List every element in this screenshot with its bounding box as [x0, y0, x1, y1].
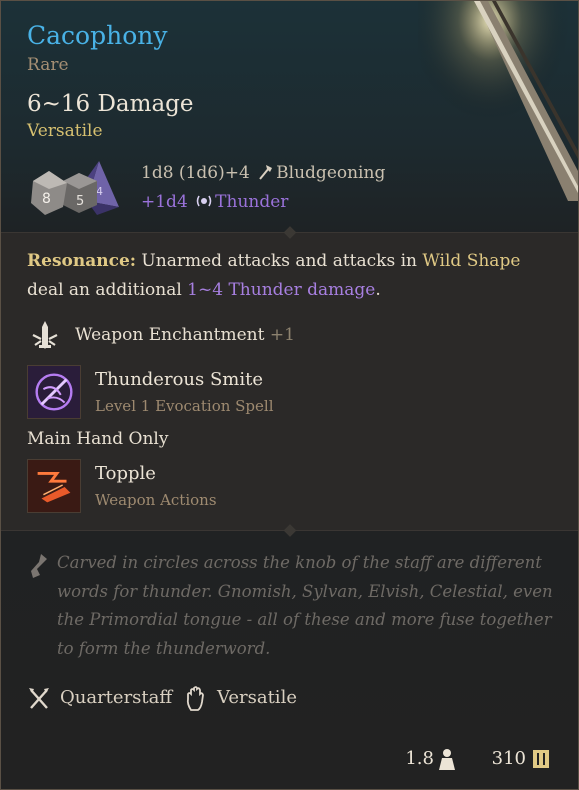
- svg-text:8: 8: [42, 191, 51, 207]
- bonus-type: Thunder: [215, 192, 289, 212]
- resonance-damage: 1~4 Thunder damage: [187, 280, 376, 300]
- divider-diamond-top: [283, 226, 296, 239]
- gold-coin-icon: [533, 750, 549, 768]
- bonus-roll: +1d4: [141, 192, 188, 212]
- spell-subtitle: Level 1 Evocation Spell: [95, 397, 274, 415]
- item-weight: 1.8: [405, 748, 434, 769]
- bonus-damage-line: +1d4 Thunder: [141, 190, 288, 214]
- weapon-properties: Quarterstaff Versatile: [27, 684, 567, 714]
- wild-shape-link[interactable]: Wild Shape: [422, 251, 520, 271]
- resonance-text: Resonance: Unarmed attacks and attacks i…: [27, 247, 557, 305]
- main-hand-only: Main Hand Only: [27, 429, 169, 449]
- spell-name: Thunderous Smite: [95, 369, 263, 390]
- effects-panel: Resonance: Unarmed attacks and attacks i…: [1, 226, 578, 537]
- damage-type: Bludgeoning: [276, 163, 386, 183]
- resonance-text-a: Unarmed attacks and attacks in: [136, 251, 423, 271]
- enchantment-label: Weapon Enchantment: [75, 325, 265, 345]
- action-subtitle: Weapon Actions: [95, 491, 217, 509]
- item-tooltip: Cacophony Rare 6~16 Damage Versatile 4 5…: [0, 0, 579, 790]
- action-name: Topple: [95, 463, 156, 484]
- bludgeoning-icon: [259, 165, 273, 180]
- enchantment-value: +1: [269, 325, 295, 345]
- damage-roll-line: 1d8 (1d6)+4 Bludgeoning: [141, 161, 385, 185]
- item-name: Cacophony: [27, 21, 168, 50]
- property-label: Versatile: [217, 687, 297, 708]
- crossed-staves-icon: [29, 688, 49, 709]
- spell-entry[interactable]: Thunderous Smite Level 1 Evocation Spell: [27, 365, 547, 423]
- sword-enchant-icon: [32, 321, 58, 349]
- thunder-icon: [196, 195, 212, 207]
- damage-details: 4 5 8 1d8 (1d6)+4 Bludgeoning +1d4 Thund…: [27, 159, 567, 219]
- resonance-text-c: .: [375, 280, 381, 300]
- item-footer: 1.8 310: [350, 747, 550, 773]
- svg-text:5: 5: [76, 194, 84, 209]
- dice-icon: 4 5 8: [31, 161, 119, 215]
- weight-icon: [439, 749, 455, 770]
- item-description: Carved in circles across the knob of the…: [57, 553, 553, 658]
- svg-text:4: 4: [96, 185, 103, 198]
- divider-diamond-bottom: [283, 524, 296, 537]
- resonance-text-b: deal an additional: [27, 280, 188, 300]
- quill-icon: [31, 554, 47, 578]
- damage-roll: 1d8 (1d6)+4: [141, 163, 250, 183]
- property-label: Quarterstaff: [60, 687, 173, 708]
- hand-icon: [186, 686, 204, 711]
- thunderous-smite-icon: [27, 365, 81, 419]
- handedness-tag: Versatile: [27, 121, 103, 141]
- resonance-label: Resonance:: [27, 251, 137, 271]
- action-entry[interactable]: Topple Weapon Actions: [27, 459, 547, 517]
- weapon-enchantment: Weapon Enchantment +1: [27, 319, 427, 353]
- topple-icon: [27, 459, 81, 513]
- damage-range: 6~16 Damage: [27, 91, 194, 117]
- item-rarity: Rare: [27, 55, 69, 75]
- item-price: 310: [491, 748, 526, 769]
